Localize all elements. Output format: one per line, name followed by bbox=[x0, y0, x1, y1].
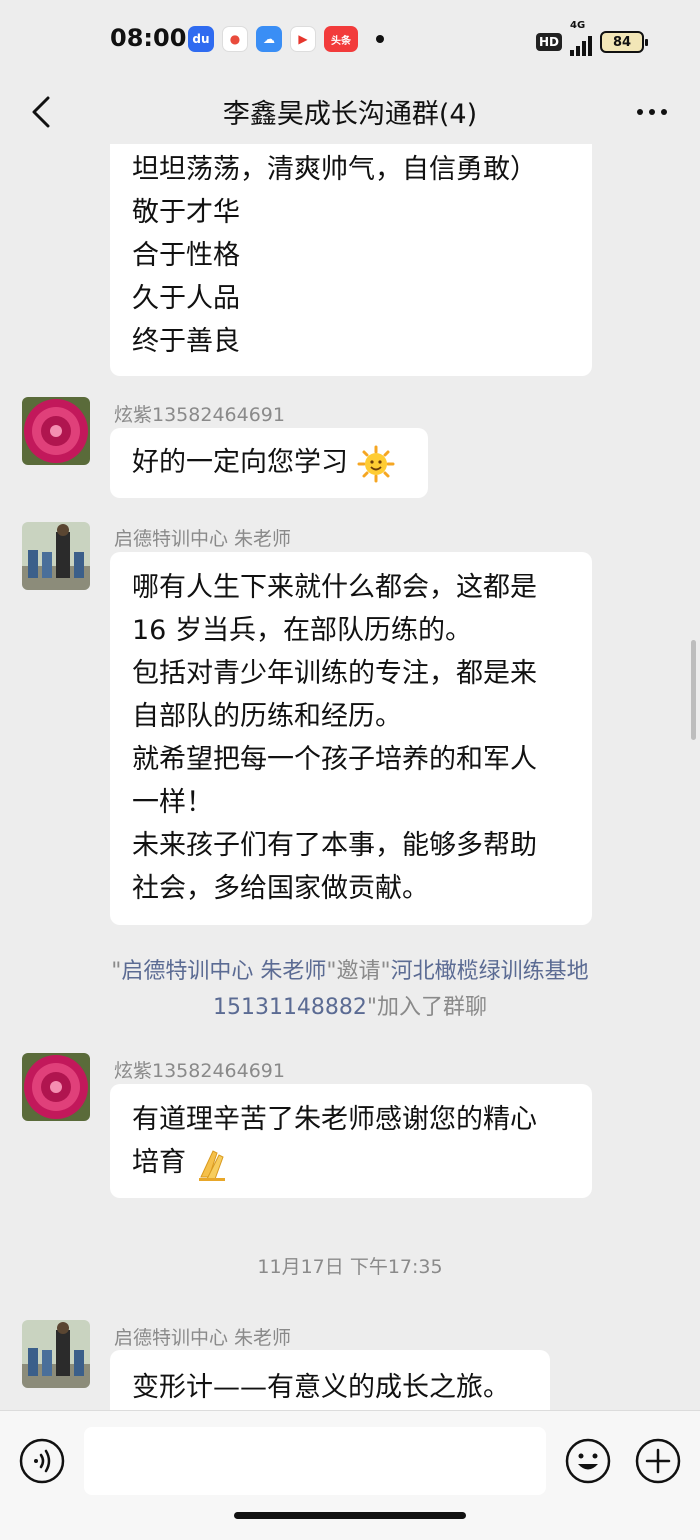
flower-avatar-icon bbox=[22, 1053, 90, 1121]
message-line: 包括对青少年训练的专注，都是来 bbox=[132, 658, 537, 689]
battery-level: 84 bbox=[612, 34, 632, 50]
sender-name: 启德特训中心 朱老师 bbox=[114, 528, 292, 550]
invitee-link[interactable]: 河北橄榄绿训练基地 bbox=[391, 959, 589, 984]
avatar[interactable] bbox=[22, 522, 90, 590]
emoji-button[interactable] bbox=[564, 1437, 612, 1485]
message-line: 敬于才华 bbox=[132, 197, 240, 228]
message-bubble[interactable]: 好的一定向您学习 bbox=[110, 428, 428, 498]
avatar[interactable] bbox=[22, 1053, 90, 1121]
message-line: 培育 bbox=[132, 1147, 186, 1178]
message-line: 未来孩子们有了本事，能够多帮助 bbox=[132, 830, 537, 861]
voice-button[interactable] bbox=[18, 1437, 66, 1485]
joined-text: "加入了群聊 bbox=[366, 995, 488, 1020]
hd-badge: HD bbox=[535, 33, 562, 51]
message-line: 坦坦荡荡，清爽帅气，自信勇敢） bbox=[132, 154, 537, 185]
message-input-bar bbox=[0, 1410, 700, 1540]
message-line: 就希望把每一个孩子培养的和军人 bbox=[132, 744, 537, 775]
message-line: 哪有人生下来就什么都会，这都是 bbox=[132, 572, 537, 603]
message-bubble[interactable]: 哪有人生下来就什么都会，这都是 16 岁当兵，在部队历练的。 包括对青少年训练的… bbox=[110, 552, 592, 925]
sender-name: 炫紫13582464691 bbox=[114, 404, 285, 426]
invite-text: "邀请" bbox=[326, 959, 391, 984]
more-dots-icon bbox=[637, 109, 667, 115]
message-line: 有道理辛苦了朱老师感谢您的精心 bbox=[132, 1104, 537, 1135]
weather-icon: ☁ bbox=[256, 26, 282, 52]
more-options-button[interactable] bbox=[632, 92, 672, 132]
status-bar: 08:00 du ● ☁ ▶ 头条 HD 4G 84 bbox=[0, 0, 700, 80]
sender-name: 启德特训中心 朱老师 bbox=[114, 1327, 292, 1349]
message-text: 变形计——有意义的成长之旅。 bbox=[132, 1372, 510, 1403]
message-line: 一样！ bbox=[132, 787, 213, 818]
inviter-link[interactable]: 启德特训中心 朱老师 bbox=[121, 959, 326, 984]
message-bubble[interactable]: 坦坦荡荡，清爽帅气，自信勇敢） 敬于才华 合于性格 久于人品 终于善良 bbox=[110, 144, 592, 376]
message-input[interactable] bbox=[84, 1427, 546, 1495]
more-actions-button[interactable] bbox=[634, 1437, 682, 1485]
more-notifications-dot bbox=[376, 35, 384, 43]
flower-avatar-icon bbox=[22, 397, 90, 465]
sender-name: 炫紫13582464691 bbox=[114, 1060, 285, 1082]
message-line: 社会，多给国家做贡献。 bbox=[132, 873, 429, 904]
battery-icon: 84 bbox=[600, 31, 648, 53]
chat-header: 李鑫昊成长沟通群(4) bbox=[0, 80, 700, 144]
toutiao-icon: 头条 bbox=[324, 26, 358, 52]
timestamp: 11月17日 下午17:35 bbox=[257, 1256, 443, 1278]
chat-title: 李鑫昊成长沟通群(4) bbox=[222, 99, 478, 130]
message-line: 久于人品 bbox=[132, 283, 240, 314]
avatar[interactable] bbox=[22, 397, 90, 465]
plus-icon bbox=[635, 1438, 681, 1484]
voice-icon bbox=[19, 1438, 65, 1484]
sun-emoji-icon bbox=[357, 445, 395, 482]
group-photo-avatar-icon bbox=[22, 1320, 90, 1388]
avatar[interactable] bbox=[22, 1320, 90, 1388]
quote-mark: " bbox=[111, 959, 122, 984]
message-line: 终于善良 bbox=[132, 326, 240, 357]
smiley-icon bbox=[565, 1438, 611, 1484]
message-bubble[interactable]: 变形计——有意义的成长之旅。 bbox=[110, 1350, 550, 1410]
system-indicators: HD 4G 84 bbox=[535, 20, 648, 56]
signal-icon: 4G bbox=[570, 20, 592, 56]
map-pin-icon: ● bbox=[222, 26, 248, 52]
message-text: 好的一定向您学习 bbox=[132, 447, 348, 478]
clock: 08:00 bbox=[110, 24, 187, 52]
message-line: 16 岁当兵，在部队历练的。 bbox=[132, 615, 472, 646]
message-bubble[interactable]: 有道理辛苦了朱老师感谢您的精心 培育 bbox=[110, 1084, 592, 1198]
message-line: 自部队的历练和经历。 bbox=[132, 701, 402, 732]
notification-icons: du ● ☁ ▶ 头条 bbox=[188, 26, 384, 52]
message-line: 合于性格 bbox=[132, 240, 240, 271]
group-photo-avatar-icon bbox=[22, 522, 90, 590]
pray-hands-emoji-icon bbox=[198, 1149, 225, 1181]
invitee-link-phone[interactable]: 15131148882 bbox=[213, 995, 367, 1020]
video-icon: ▶ bbox=[290, 26, 316, 52]
baidu-icon: du bbox=[188, 26, 214, 52]
scrollbar[interactable] bbox=[691, 640, 696, 740]
network-type: 4G bbox=[570, 20, 586, 31]
system-message: "启德特训中心 朱老师"邀请"河北橄榄绿训练基地 15131148882"加入了… bbox=[60, 954, 640, 1026]
home-indicator[interactable] bbox=[234, 1512, 466, 1519]
